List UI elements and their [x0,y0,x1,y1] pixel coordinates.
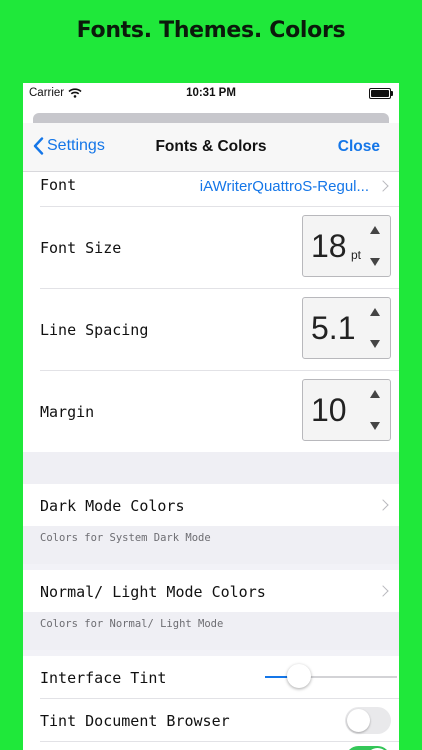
phone-screen: Carrier 10:31 PM Settings Fonts & Colors… [23,83,399,750]
font-value: iAWriterQuattroS-Regul... [199,178,369,195]
line-spacing-row: Line Spacing 5.1 [40,289,399,371]
chevron-right-icon [377,499,389,511]
section-spacer [23,452,399,484]
tint-document-browser-label: Tint Document Browser [40,712,230,730]
increment-arrow-icon[interactable] [370,390,380,398]
interface-group: Interface Tint Tint Document Browser [23,656,399,750]
increment-arrow-icon[interactable] [370,308,380,316]
status-bar: Carrier 10:31 PM [23,83,399,105]
promo-title: Fonts. Themes. Colors [76,18,346,43]
chevron-right-icon [377,180,389,192]
decrement-arrow-icon[interactable] [370,340,380,348]
close-button[interactable]: Close [338,138,380,156]
margin-label: Margin [40,403,95,421]
dark-mode-colors-row[interactable]: Dark Mode Colors [40,484,399,526]
sheet-backdrop [23,105,399,123]
decrement-arrow-icon[interactable] [370,258,380,266]
increment-arrow-icon[interactable] [370,226,380,234]
light-mode-colors-row[interactable]: Normal/ Light Mode Colors [40,570,399,612]
light-mode-colors-label: Normal/ Light Mode Colors [40,583,266,601]
slider-thumb[interactable] [287,664,312,688]
font-size-row: Font Size 18 pt [40,207,399,289]
font-size-unit: pt [351,248,362,262]
additional-setting-toggle[interactable] [345,746,391,750]
margin-stepper[interactable]: 10 [302,379,391,441]
interface-tint-row: Interface Tint [40,656,399,699]
font-size-value: 18 [311,228,347,264]
margin-value: 10 [311,392,347,428]
light-mode-group: Normal/ Light Mode Colors [23,570,399,612]
dark-mode-group: Dark Mode Colors [23,484,399,526]
navigation-bar: Settings Fonts & Colors Close [23,123,399,172]
dark-mode-colors-label: Dark Mode Colors [40,497,185,515]
additional-setting-row [40,742,399,750]
dark-mode-caption: Colors for System Dark Mode [23,526,399,564]
line-spacing-value: 5.1 [311,310,356,346]
line-spacing-stepper[interactable]: 5.1 [302,297,391,359]
status-time: 10:31 PM [186,87,236,99]
font-row[interactable]: Font iAWriterQuattroS-Regul... [40,172,399,207]
chevron-right-icon [377,585,389,597]
font-label: Font [40,176,77,194]
font-settings-group: Font iAWriterQuattroS-Regul... Font Size… [23,172,399,452]
battery-icon [369,88,393,99]
interface-tint-slider[interactable] [265,664,397,688]
tint-document-browser-row: Tint Document Browser [40,699,399,742]
font-size-stepper[interactable]: 18 pt [302,215,391,277]
decrement-arrow-icon[interactable] [370,422,380,430]
interface-tint-label: Interface Tint [40,669,167,687]
font-size-label: Font Size [40,239,122,257]
light-mode-caption: Colors for Normal/ Light Mode [23,612,399,650]
tint-document-browser-toggle[interactable] [345,707,391,734]
line-spacing-label: Line Spacing [40,321,149,339]
margin-row: Margin 10 [40,371,399,452]
